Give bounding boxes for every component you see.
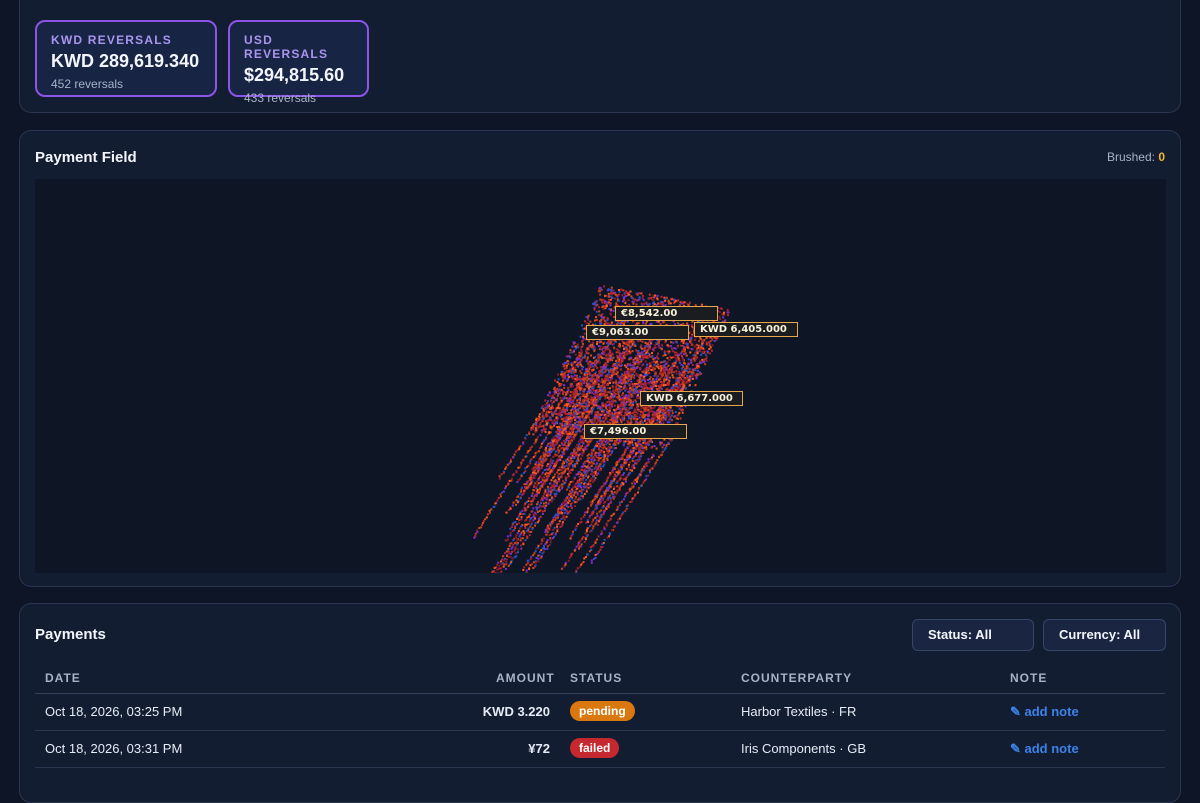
brushed-count: 0 xyxy=(1158,150,1165,164)
payment-field-canvas[interactable]: €8,542.00 €9,063.00 KWD 6,405.000 KWD 6,… xyxy=(35,179,1166,573)
status-badge: pending xyxy=(570,701,635,721)
column-header-status[interactable]: STATUS xyxy=(570,671,622,685)
card-value: $294,815.60 xyxy=(244,65,353,86)
row-counterparty: Iris Components · GB xyxy=(741,741,866,756)
payment-tooltip: KWD 6,405.000 xyxy=(694,322,798,337)
payment-field-panel: Payment Field Brushed: 0 €8,542.00 €9,06… xyxy=(19,130,1181,587)
row-counterparty: Harbor Textiles · FR xyxy=(741,704,856,719)
summary-panel: KWD REVERSALS KWD 289,619.340 452 revers… xyxy=(19,0,1181,113)
table-row[interactable]: Oct 18, 2026, 03:25 PM KWD 3.220 pending… xyxy=(35,694,1165,731)
status-filter-select[interactable]: Status: All xyxy=(912,619,1034,651)
brushed-label: Brushed: xyxy=(1107,150,1155,164)
card-label: USD REVERSALS xyxy=(244,33,353,61)
payment-tooltip: KWD 6,677.000 xyxy=(640,391,743,406)
column-header-date[interactable]: DATE xyxy=(45,671,81,685)
payments-panel: Payments Status: All Currency: All DATE … xyxy=(19,603,1181,803)
card-subtext: 452 reversals xyxy=(51,77,201,91)
payment-field-plot[interactable] xyxy=(35,179,1166,573)
status-badge: failed xyxy=(570,738,619,758)
payment-tooltip: €9,063.00 xyxy=(586,325,689,340)
row-amount: ¥72 xyxy=(528,741,550,756)
add-note-link[interactable]: ✎ add note xyxy=(1010,741,1079,757)
panel-title: Payments xyxy=(35,626,106,643)
usd-reversals-card: USD REVERSALS $294,815.60 433 reversals xyxy=(228,20,369,97)
brushed-indicator: Brushed: 0 xyxy=(1107,150,1165,164)
card-subtext: 433 reversals xyxy=(244,91,353,105)
row-amount: KWD 3.220 xyxy=(483,704,550,719)
currency-filter-select[interactable]: Currency: All xyxy=(1043,619,1166,651)
payment-tooltip: €8,542.00 xyxy=(615,306,718,321)
column-header-amount[interactable]: AMOUNT xyxy=(496,671,555,685)
column-header-note: NOTE xyxy=(1010,671,1047,685)
column-header-counterparty[interactable]: COUNTERPARTY xyxy=(741,671,852,685)
add-note-link[interactable]: ✎ add note xyxy=(1010,704,1079,720)
row-date: Oct 18, 2026, 03:31 PM xyxy=(45,741,182,756)
row-date: Oct 18, 2026, 03:25 PM xyxy=(45,704,182,719)
card-label: KWD REVERSALS xyxy=(51,33,201,47)
panel-title: Payment Field xyxy=(35,149,137,166)
card-value: KWD 289,619.340 xyxy=(51,51,201,72)
kwd-reversals-card: KWD REVERSALS KWD 289,619.340 452 revers… xyxy=(35,20,217,97)
payment-tooltip: €7,496.00 xyxy=(584,424,687,439)
